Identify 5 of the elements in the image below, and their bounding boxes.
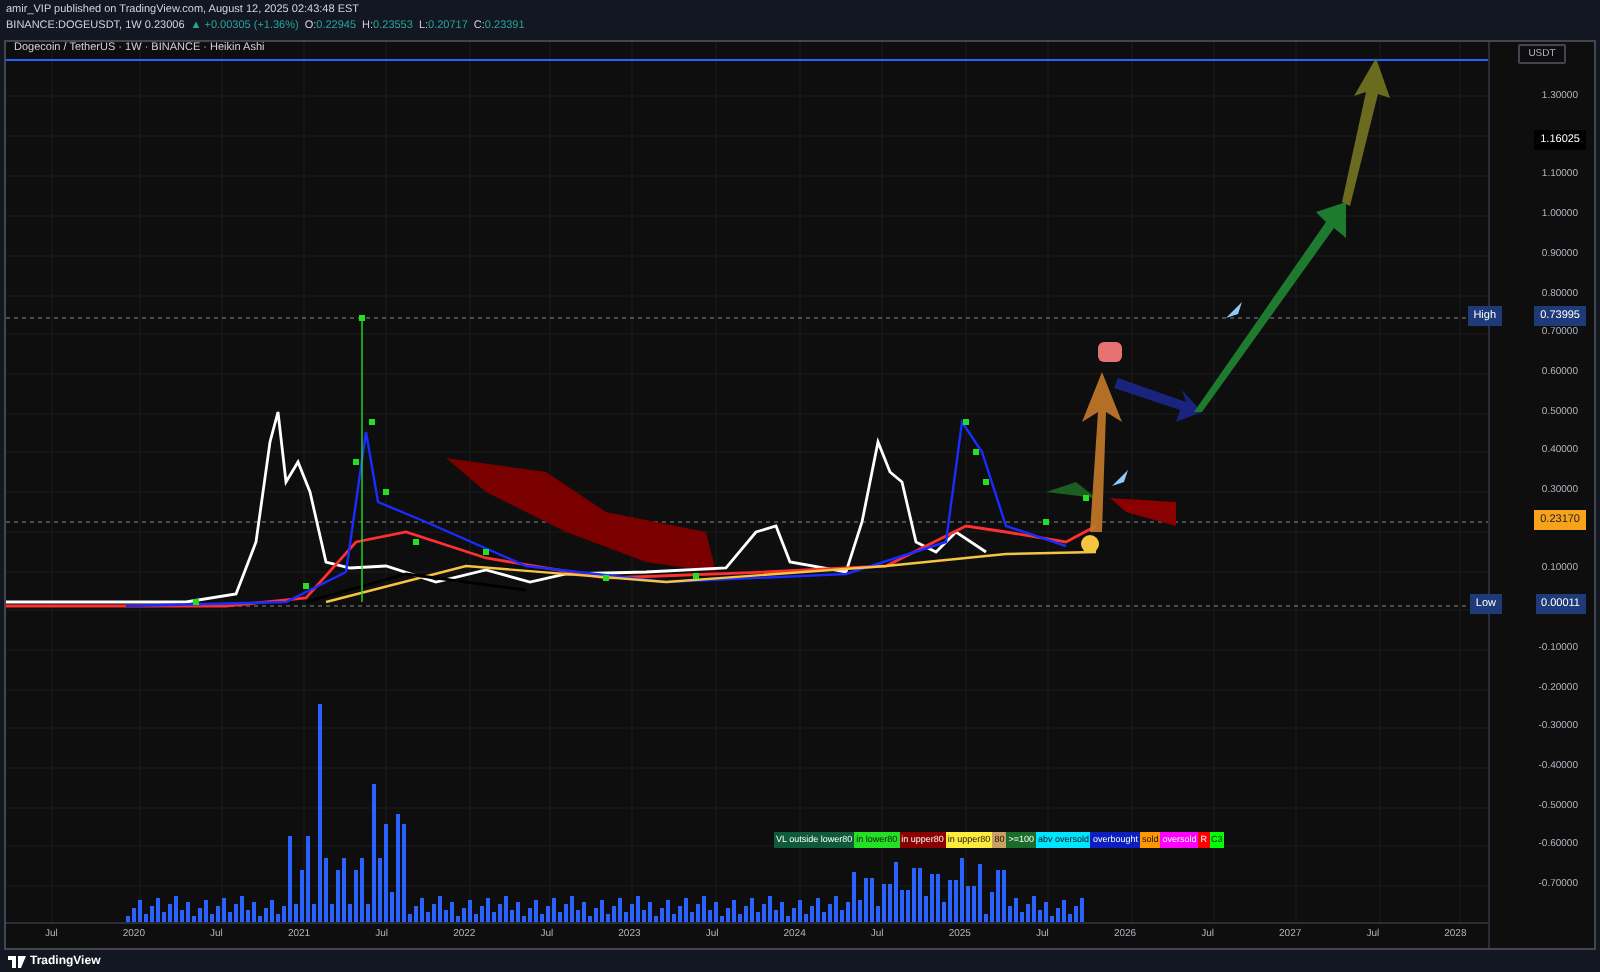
cloud-area <box>1046 482 1096 498</box>
down-arrow <box>1114 378 1202 422</box>
cloud-area <box>1110 498 1176 526</box>
logo-icon <box>8 955 26 967</box>
coin-icon <box>1081 535 1099 553</box>
